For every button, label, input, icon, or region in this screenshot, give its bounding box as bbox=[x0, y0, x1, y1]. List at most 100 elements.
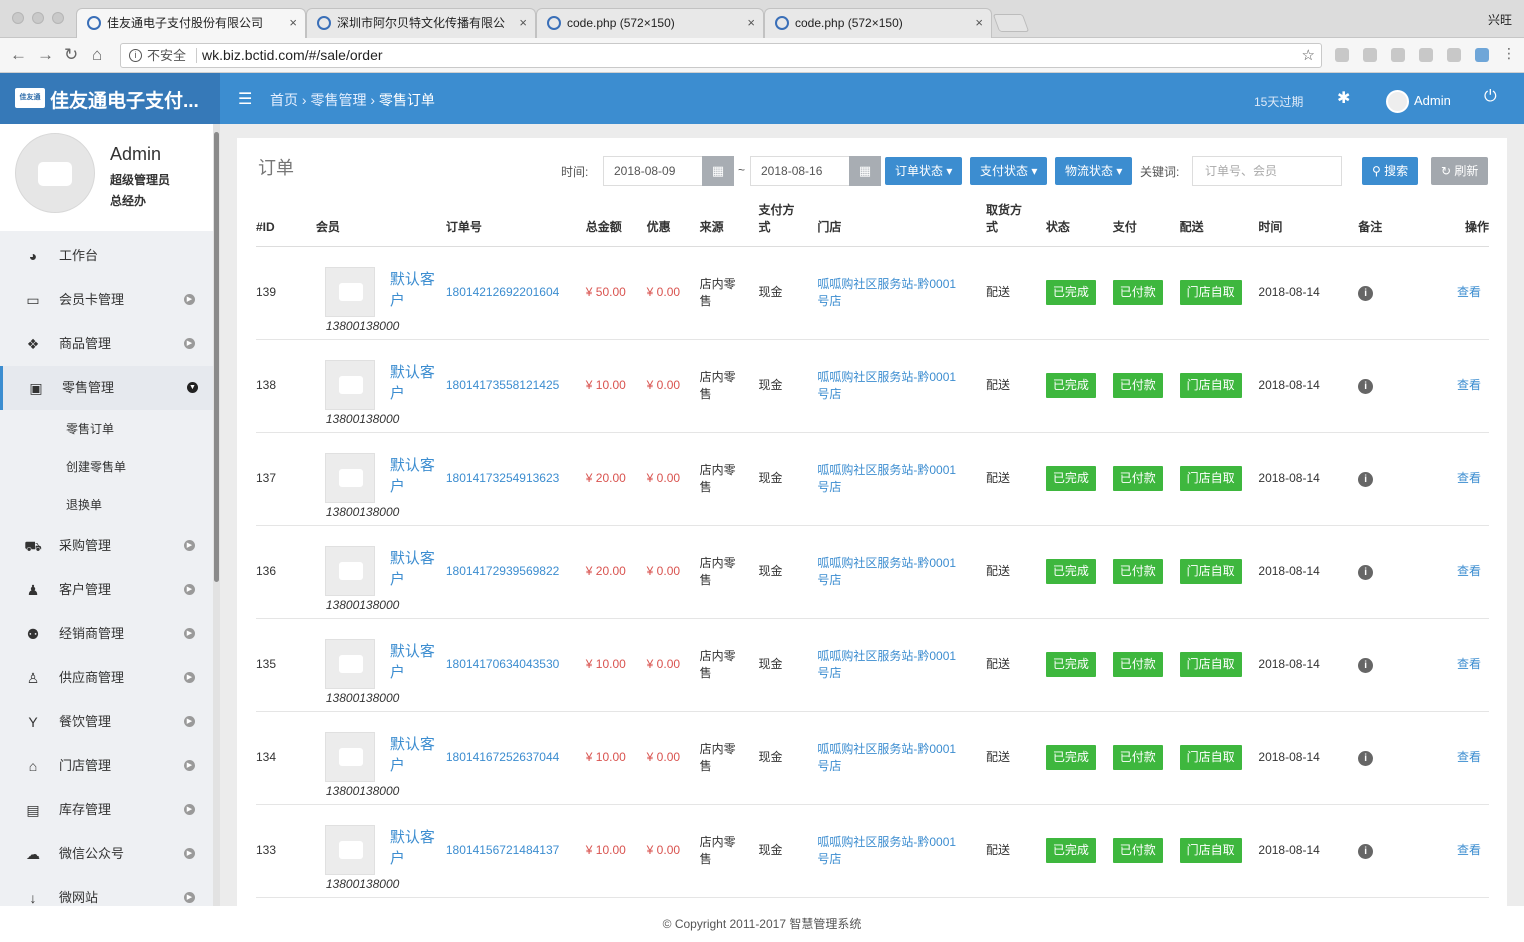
tab-close-icon[interactable]: × bbox=[519, 9, 527, 37]
avatar[interactable] bbox=[1386, 90, 1409, 113]
browser-tab[interactable]: code.php (572×150) × bbox=[536, 8, 764, 38]
sidebar-item[interactable]: ♟ 客户管理 ▶ bbox=[0, 568, 213, 612]
extension-icon[interactable] bbox=[1447, 48, 1461, 62]
view-link[interactable]: 查看 bbox=[1457, 657, 1481, 671]
table-row[interactable]: 139 默认客户 13800138000 18014212692201604 ¥ 50.… bbox=[256, 246, 1489, 340]
forward-arrow-icon[interactable]: → bbox=[37, 45, 54, 65]
search-button[interactable]: ⚲ 搜索 bbox=[1362, 157, 1419, 185]
store-link[interactable]: 呱呱购社区服务站-黔0001号店 bbox=[817, 277, 956, 308]
window-close-button[interactable] bbox=[12, 12, 24, 24]
extension-icon[interactable] bbox=[1475, 48, 1489, 62]
extension-icon[interactable] bbox=[1419, 48, 1433, 62]
site-info-icon[interactable]: i bbox=[129, 49, 142, 62]
table-row[interactable]: 134 默认客户 13800138000 18014167252637044 ¥ 10.… bbox=[256, 711, 1489, 805]
submenu-item[interactable]: 退换单 bbox=[0, 486, 213, 524]
window-minimize-button[interactable] bbox=[32, 12, 44, 24]
tab-close-icon[interactable]: × bbox=[289, 9, 297, 37]
keyword-input[interactable]: 订单号、会员 bbox=[1192, 156, 1342, 186]
order-number-link[interactable]: 18014156721484137 bbox=[446, 843, 559, 857]
url-text[interactable]: wk.biz.bctid.com/#/sale/order bbox=[202, 44, 383, 67]
menu-dots-icon[interactable]: ⋮ bbox=[1502, 45, 1516, 62]
logout-power-icon[interactable]: ⏻ bbox=[1484, 88, 1497, 106]
order-number-link[interactable]: 18014173558121425 bbox=[446, 378, 559, 392]
sidebar-item[interactable]: ↓ 微网站 ▶ bbox=[0, 876, 213, 906]
view-link[interactable]: 查看 bbox=[1457, 564, 1481, 578]
table-row[interactable]: 133 默认客户 13800138000 18014156721484137 ¥ 10.… bbox=[256, 804, 1489, 898]
sidebar-item[interactable]: ◕ 工作台 bbox=[0, 234, 213, 278]
sidebar-item[interactable]: ❖ 商品管理 ▶ bbox=[0, 322, 213, 366]
sidebar-item[interactable]: ▣ 零售管理 ▼ bbox=[0, 366, 213, 410]
member-name-link[interactable]: 默认客户 bbox=[390, 269, 438, 311]
ship-status-dropdown[interactable]: 物流状态 ▾ bbox=[1055, 157, 1133, 185]
remark-info-icon[interactable]: i bbox=[1358, 379, 1374, 394]
member-name-link[interactable]: 默认客户 bbox=[390, 548, 438, 590]
browser-tab[interactable]: code.php (572×150) × bbox=[764, 8, 992, 38]
view-link[interactable]: 查看 bbox=[1457, 843, 1481, 857]
scrollbar-thumb[interactable] bbox=[214, 132, 219, 582]
view-link[interactable]: 查看 bbox=[1457, 378, 1481, 392]
order-status-dropdown[interactable]: 订单状态 ▾ bbox=[885, 157, 963, 185]
tab-close-icon[interactable]: × bbox=[747, 9, 755, 37]
remark-info-icon[interactable]: i bbox=[1358, 565, 1374, 580]
remark-info-icon[interactable]: i bbox=[1358, 844, 1374, 859]
reload-icon[interactable]: ↻ bbox=[64, 45, 78, 65]
sidebar-item[interactable]: ▤ 库存管理 ▶ bbox=[0, 788, 213, 832]
member-name-link[interactable]: 默认客户 bbox=[390, 827, 438, 869]
tab-close-icon[interactable]: × bbox=[975, 9, 983, 37]
new-tab-button[interactable] bbox=[992, 14, 1030, 32]
remark-info-icon[interactable]: i bbox=[1358, 286, 1374, 301]
store-link[interactable]: 呱呱购社区服务站-黔0001号店 bbox=[817, 835, 956, 866]
refresh-button[interactable]: ↻ 刷新 bbox=[1431, 157, 1489, 185]
browser-tab[interactable]: 佳友通电子支付股份有限公司 × bbox=[76, 8, 306, 38]
pay-status-dropdown[interactable]: 支付状态 ▾ bbox=[970, 157, 1048, 185]
submenu-item[interactable]: 零售订单 bbox=[0, 410, 213, 448]
back-arrow-icon[interactable]: ← bbox=[10, 45, 27, 65]
brand[interactable]: 佳友通 佳友通电子支付... bbox=[0, 73, 220, 124]
sidebar-item[interactable]: Y 餐饮管理 ▶ bbox=[0, 700, 213, 744]
store-link[interactable]: 呱呱购社区服务站-黔0001号店 bbox=[817, 556, 956, 587]
order-number-link[interactable]: 18014173254913623 bbox=[446, 471, 559, 485]
browser-tab[interactable]: 深圳市阿尔贝特文化传播有限公 × bbox=[306, 8, 536, 38]
calendar-icon[interactable]: ▦ bbox=[702, 156, 734, 186]
calendar-icon[interactable]: ▦ bbox=[849, 156, 881, 186]
member-name-link[interactable]: 默认客户 bbox=[390, 362, 438, 404]
member-name-link[interactable]: 默认客户 bbox=[390, 641, 438, 683]
table-row[interactable]: 138 默认客户 13800138000 18014173558121425 ¥ 10.… bbox=[256, 339, 1489, 433]
sidebar-item[interactable]: ▭ 会员卡管理 ▶ bbox=[0, 278, 213, 322]
address-bar[interactable]: i 不安全 wk.biz.bctid.com/#/sale/order ☆ bbox=[120, 43, 1322, 68]
sidebar-toggle-icon[interactable]: ☰ bbox=[238, 89, 252, 109]
sidebar-item[interactable]: ♙ 供应商管理 ▶ bbox=[0, 656, 213, 700]
view-link[interactable]: 查看 bbox=[1457, 471, 1481, 485]
admin-name[interactable]: Admin bbox=[1414, 93, 1451, 108]
sidebar-item[interactable]: ⛟ 采购管理 ▶ bbox=[0, 524, 213, 568]
remark-info-icon[interactable]: i bbox=[1358, 751, 1374, 766]
sidebar-scrollbar[interactable] bbox=[213, 124, 220, 906]
table-row[interactable]: 135 默认客户 13800138000 18014170634043530 ¥ 10.… bbox=[256, 618, 1489, 712]
extension-icon[interactable] bbox=[1363, 48, 1377, 62]
date-to-input[interactable]: 2018-08-16 bbox=[750, 156, 850, 186]
submenu-item[interactable]: 创建零售单 bbox=[0, 448, 213, 486]
table-row[interactable]: 137 默认客户 13800138000 18014173254913623 ¥ 20.… bbox=[256, 432, 1489, 526]
order-number-link[interactable]: 18014172939569822 bbox=[446, 564, 559, 578]
settings-gear-icon[interactable]: ✱ bbox=[1337, 88, 1350, 108]
breadcrumb-section[interactable]: 零售管理 bbox=[310, 92, 366, 108]
extension-icon[interactable] bbox=[1391, 48, 1405, 62]
home-icon[interactable]: ⌂ bbox=[92, 45, 102, 65]
store-link[interactable]: 呱呱购社区服务站-黔0001号店 bbox=[817, 649, 956, 680]
store-link[interactable]: 呱呱购社区服务站-黔0001号店 bbox=[817, 463, 956, 494]
remark-info-icon[interactable]: i bbox=[1358, 472, 1374, 487]
store-link[interactable]: 呱呱购社区服务站-黔0001号店 bbox=[817, 370, 956, 401]
order-number-link[interactable]: 18014212692201604 bbox=[446, 285, 559, 299]
remark-info-icon[interactable]: i bbox=[1358, 658, 1374, 673]
sidebar-item[interactable]: ☁ 微信公众号 ▶ bbox=[0, 832, 213, 876]
view-link[interactable]: 查看 bbox=[1457, 285, 1481, 299]
window-zoom-button[interactable] bbox=[52, 12, 64, 24]
order-number-link[interactable]: 18014167252637044 bbox=[446, 750, 559, 764]
browser-profile-name[interactable]: 兴旺 bbox=[1488, 11, 1512, 28]
order-number-link[interactable]: 18014170634043530 bbox=[446, 657, 559, 671]
sidebar-item[interactable]: ⌂ 门店管理 ▶ bbox=[0, 744, 213, 788]
bookmark-star-icon[interactable]: ☆ bbox=[1302, 44, 1315, 67]
view-link[interactable]: 查看 bbox=[1457, 750, 1481, 764]
store-link[interactable]: 呱呱购社区服务站-黔0001号店 bbox=[817, 742, 956, 773]
date-from-input[interactable]: 2018-08-09 bbox=[603, 156, 703, 186]
